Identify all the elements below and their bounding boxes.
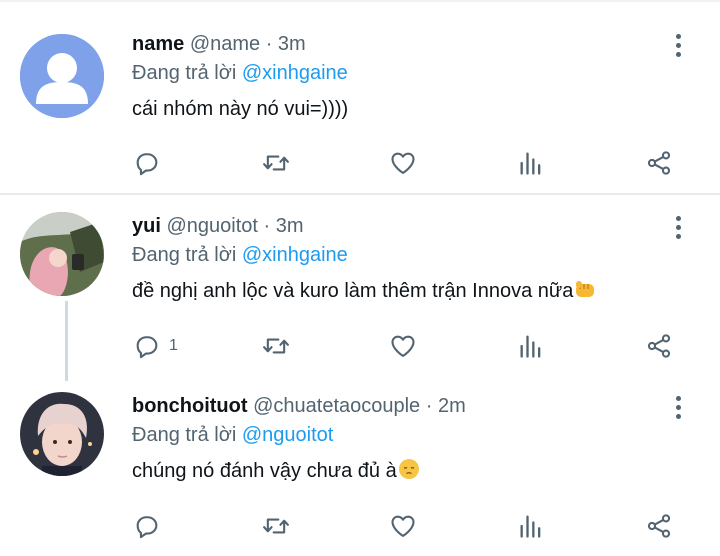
replying-to-label: Đang trả lời: [132, 244, 237, 266]
share-button[interactable]: [645, 326, 673, 366]
tweet-actions: [0, 143, 720, 183]
like-button[interactable]: [389, 143, 417, 183]
tweet-text: đề nghị anh lộc và kuro làm thêm trận In…: [132, 276, 660, 306]
reply-icon: [136, 336, 158, 359]
reply-icon: [136, 153, 158, 176]
avatar-default[interactable]: [20, 34, 104, 118]
like-button[interactable]: [389, 326, 417, 366]
tweet-actions: 1: [0, 326, 720, 366]
avatar-bonchoituot[interactable]: [20, 392, 104, 476]
user-handle[interactable]: @chuatetaocouple: [253, 395, 420, 417]
retweet-button[interactable]: [262, 143, 290, 183]
replying-to: Đang trả lời @xinhgaine: [132, 240, 660, 270]
tweet-text: cái nhóm này nó vui=)))): [132, 98, 349, 120]
user-handle[interactable]: @name: [190, 33, 260, 55]
tweet-text: chúng nó đánh vậy chưa đủ à: [132, 456, 660, 486]
timestamp[interactable]: · 2m: [426, 395, 466, 417]
reply-mention-link[interactable]: @nguoitot: [242, 424, 333, 446]
replying-to: Đang trả lời @xinhgaine: [132, 58, 660, 88]
reply-button[interactable]: [133, 506, 169, 546]
more-icon: [675, 395, 681, 401]
more-options-button[interactable]: [668, 212, 688, 242]
tweet-3[interactable]: bonchoituot @chuatetaocouple · 2m Đang t…: [0, 375, 720, 556]
timestamp[interactable]: · 3m: [266, 33, 306, 55]
views-button[interactable]: [517, 143, 545, 183]
tweet-header: bonchoituot @chuatetaocouple · 2m: [132, 392, 660, 420]
tweet-header: yui @nguoitot · 3m: [132, 212, 660, 240]
share-icon: [647, 514, 671, 538]
avatar-photo: [20, 212, 104, 296]
views-icon: [520, 515, 541, 538]
reply-mention-link[interactable]: @xinhgaine: [242, 244, 348, 266]
tweet-text-content: chúng nó đánh vậy chưa đủ à: [132, 460, 397, 482]
replying-to-label: Đang trả lời: [132, 424, 237, 446]
retweet-icon: [263, 338, 289, 354]
reply-mention-link[interactable]: @xinhgaine: [242, 62, 348, 84]
tweet-actions: [0, 506, 720, 546]
user-handle[interactable]: @nguoitot: [166, 215, 257, 237]
retweet-button[interactable]: [262, 506, 290, 546]
share-icon: [647, 151, 671, 175]
retweet-icon: [263, 518, 289, 534]
tweet-1[interactable]: name @name · 3m Đang trả lời @xinhgaine …: [0, 0, 720, 194]
like-icon: [391, 335, 415, 357]
display-name[interactable]: name: [132, 33, 184, 55]
default-avatar-icon: [20, 34, 104, 118]
timestamp[interactable]: · 3m: [264, 215, 304, 237]
more-options-button[interactable]: [668, 392, 688, 422]
views-button[interactable]: [517, 506, 545, 546]
views-button[interactable]: [517, 326, 545, 366]
display-name[interactable]: bonchoituot: [132, 395, 248, 417]
more-options-button[interactable]: [668, 30, 688, 60]
share-icon: [647, 334, 671, 358]
reply-button[interactable]: [133, 143, 169, 183]
share-button[interactable]: [645, 143, 673, 183]
like-icon: [391, 515, 415, 537]
pensive-face-emoji-icon: [397, 457, 421, 490]
like-button[interactable]: [389, 506, 417, 546]
reply-icon: [136, 516, 158, 539]
fist-emoji-icon: [573, 277, 597, 310]
avatar-photo: [20, 392, 104, 476]
reply-count: 1: [169, 337, 178, 354]
avatar-yui[interactable]: [20, 212, 104, 296]
views-icon: [520, 152, 541, 175]
like-icon: [391, 152, 415, 174]
tweet-2[interactable]: yui @nguoitot · 3m Đang trả lời @xinhgai…: [0, 195, 720, 381]
tweet-text-content: đề nghị anh lộc và kuro làm thêm trận In…: [132, 280, 574, 302]
retweet-button[interactable]: [262, 326, 290, 366]
share-button[interactable]: [645, 506, 673, 546]
views-icon: [520, 335, 541, 358]
retweet-icon: [263, 155, 289, 171]
display-name[interactable]: yui: [132, 215, 161, 237]
tweet-header: name @name · 3m: [132, 30, 660, 58]
replying-to-label: Đang trả lời: [132, 62, 237, 84]
more-icon: [675, 33, 681, 39]
reply-button[interactable]: 1: [133, 326, 178, 366]
replying-to: Đang trả lời @nguoitot: [132, 420, 660, 450]
more-icon: [675, 215, 681, 221]
